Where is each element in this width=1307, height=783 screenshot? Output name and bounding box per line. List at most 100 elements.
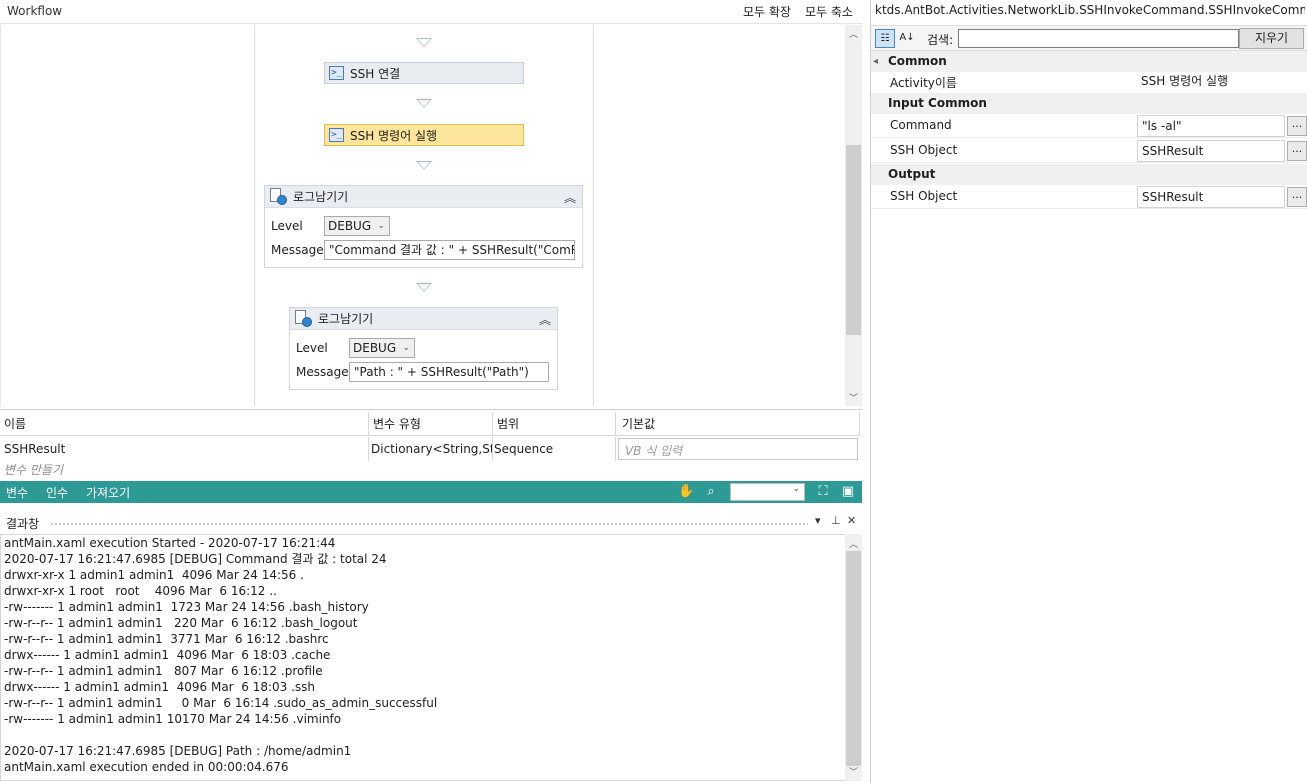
prop-value[interactable]: "ls -al" (1137, 115, 1285, 137)
terminal-icon: >_ (329, 128, 344, 142)
output-line: drwxr-xr-x 1 root root 4096 Mar 6 16:12 … (4, 584, 277, 598)
log-icon (294, 310, 312, 327)
overview-icon[interactable]: ▣ (840, 484, 856, 500)
activity-label: SSH 명령어 실행 (350, 128, 438, 143)
category-label: Output (888, 167, 936, 181)
var-default-input[interactable]: VB 식 입력 (618, 438, 858, 460)
prop-value[interactable]: SSH 명령어 실행 (1137, 71, 1285, 93)
log-activity-header[interactable]: 로그남기기 (265, 186, 582, 208)
collapse-icon[interactable]: ︽ (564, 189, 576, 206)
workflow-title: Workflow (7, 4, 63, 18)
output-line: drwx------ 1 admin1 admin1 4096 Mar 6 18… (4, 648, 331, 662)
ellipsis-button[interactable]: ... (1287, 187, 1307, 207)
message-input[interactable]: "Command 결과 값 : " + SSHResult("ComRe (324, 240, 575, 260)
output-lines: antMain.xaml execution Started - 2020-07… (1, 535, 845, 775)
category-input-common[interactable]: Input Common (871, 93, 1307, 114)
prop-row-activity-name[interactable]: Activity이름 SSH 명령어 실행 (871, 70, 1307, 94)
prop-name: SSH Object (890, 143, 958, 157)
level-label: Level (296, 341, 328, 355)
tab-variables[interactable]: 변수 (6, 484, 28, 501)
log-icon (269, 188, 287, 205)
collapse-all-link[interactable]: 모두 축소 (805, 3, 853, 20)
zoom-icon[interactable]: ⌕ (703, 484, 719, 500)
var-header-default[interactable]: 기본값 (616, 412, 860, 436)
pin-icon[interactable]: ⊥ (831, 514, 841, 527)
variables-toolbar: 변수 인수 가져오기 ✋ ⌕ ⌄ ⛶ ▣ (0, 481, 862, 503)
scroll-up-icon[interactable]: ︿ (845, 27, 862, 40)
tab-imports[interactable]: 가져오기 (86, 484, 130, 501)
output-scrollbar[interactable]: ︿ ﹀ (845, 534, 862, 781)
var-header-name[interactable]: 이름 (0, 412, 369, 436)
prop-value[interactable]: SSHResult (1137, 186, 1285, 208)
scroll-thumb[interactable] (846, 145, 861, 335)
output-line: 2020-07-17 16:21:47.6985 [DEBUG] Path : … (4, 744, 352, 758)
hand-icon[interactable]: ✋ (678, 484, 694, 500)
output-line: -rw------- 1 admin1 admin1 10170 Mar 24 … (4, 712, 342, 726)
properties-search-input[interactable] (958, 29, 1239, 48)
var-type-cell[interactable]: Dictionary<String,Strin (369, 437, 493, 461)
zoom-select[interactable]: ⌄ (730, 483, 805, 501)
fit-to-screen-icon[interactable]: ⛶ (815, 484, 831, 500)
ellipsis-button[interactable]: ... (1287, 141, 1307, 161)
category-output[interactable]: Output (871, 164, 1307, 185)
close-icon[interactable]: ✕ (847, 514, 856, 527)
log-activity-1[interactable]: 로그남기기 ︽ Level DEBUG ⌄ Message "Command 결… (264, 185, 583, 268)
category-common[interactable]: ◂ Common (871, 51, 1307, 72)
message-input[interactable]: "Path : " + SSHResult("Path") (349, 362, 549, 382)
scroll-down-icon[interactable]: ﹀ (845, 391, 862, 404)
prop-row-ssh-object-output[interactable]: SSH Object SSHResult ... (871, 185, 1307, 209)
var-name-cell[interactable]: SSHResult (0, 437, 369, 461)
scroll-down-icon[interactable]: ﹀ (845, 765, 862, 778)
collapse-icon[interactable]: ︽ (539, 311, 551, 328)
activity-ssh-connect[interactable]: >_ SSH 연결 (324, 62, 524, 84)
scroll-up-icon[interactable]: ︿ (845, 537, 862, 550)
level-value: DEBUG (353, 341, 397, 355)
level-value: DEBUG (328, 219, 372, 233)
var-default-placeholder: VB 식 입력 (625, 444, 683, 458)
prop-name: Command (890, 118, 952, 132)
log-activity-title: 로그남기기 (318, 312, 374, 326)
output-header: 결과창 ▾ ⊥ ✕ (0, 512, 862, 534)
panel-grip[interactable] (50, 522, 808, 526)
category-label: Common (888, 54, 947, 68)
log-activity-title: 로그남기기 (293, 190, 349, 204)
categorized-icon[interactable]: ☷ (875, 29, 895, 48)
chevron-down-icon: ⌄ (792, 484, 800, 494)
message-label: Message (271, 243, 324, 257)
prop-name: Activity이름 (890, 76, 957, 90)
output-title: 결과창 (6, 517, 40, 531)
prop-row-ssh-object-input[interactable]: SSH Object SSHResult ... (871, 139, 1307, 163)
activity-ssh-invoke-command[interactable]: >_ SSH 명령어 실행 (324, 124, 524, 146)
scroll-thumb[interactable] (846, 551, 861, 766)
chevron-down-icon: ⌄ (377, 221, 385, 231)
output-line: antMain.xaml execution Started - 2020-07… (4, 536, 336, 550)
prop-value[interactable]: SSHResult (1137, 140, 1285, 162)
var-header-type[interactable]: 변수 유형 (369, 412, 493, 436)
variables-grid: 이름 변수 유형 범위 기본값 SSHResult Dictionary<Str… (0, 409, 862, 481)
workflow-scrollbar[interactable]: ︿ ﹀ (845, 25, 862, 406)
clear-button[interactable]: 지우기 (1239, 28, 1304, 49)
prop-row-command[interactable]: Command "ls -al" ... (871, 114, 1307, 138)
search-label: 검색: (927, 33, 954, 47)
output-log[interactable]: antMain.xaml execution Started - 2020-07… (0, 534, 845, 781)
var-scope-cell[interactable]: Sequence (493, 437, 616, 461)
log-activity-header[interactable]: 로그남기기 (290, 308, 557, 330)
tab-arguments[interactable]: 인수 (46, 484, 68, 501)
output-line: antMain.xaml execution ended in 00:00:04… (4, 760, 289, 774)
properties-title: ktds.AntBot.Activities.NetworkLib.SSHInv… (875, 3, 1305, 17)
output-line: -rw-r--r-- 1 admin1 admin1 0 Mar 6 16:14… (4, 696, 438, 710)
create-variable-link[interactable]: 변수 만들기 (4, 461, 63, 478)
expand-all-link[interactable]: 모두 확장 (743, 3, 791, 20)
var-header-scope[interactable]: 범위 (493, 412, 616, 436)
collapse-icon[interactable]: ◂ (873, 51, 878, 72)
level-label: Level (271, 219, 303, 233)
sort-alpha-icon[interactable]: A↓ (897, 29, 917, 48)
log-activity-2[interactable]: 로그남기기 ︽ Level DEBUG ⌄ Message "Path : " … (289, 307, 558, 390)
chevron-down-icon: ⌄ (402, 343, 410, 353)
dropdown-icon[interactable]: ▾ (815, 514, 821, 527)
level-select[interactable]: DEBUG ⌄ (324, 216, 390, 236)
flow-arrow-icon (416, 38, 432, 47)
ellipsis-button[interactable]: ... (1287, 116, 1307, 136)
flow-arrow-icon (416, 283, 432, 292)
level-select[interactable]: DEBUG ⌄ (349, 338, 415, 358)
